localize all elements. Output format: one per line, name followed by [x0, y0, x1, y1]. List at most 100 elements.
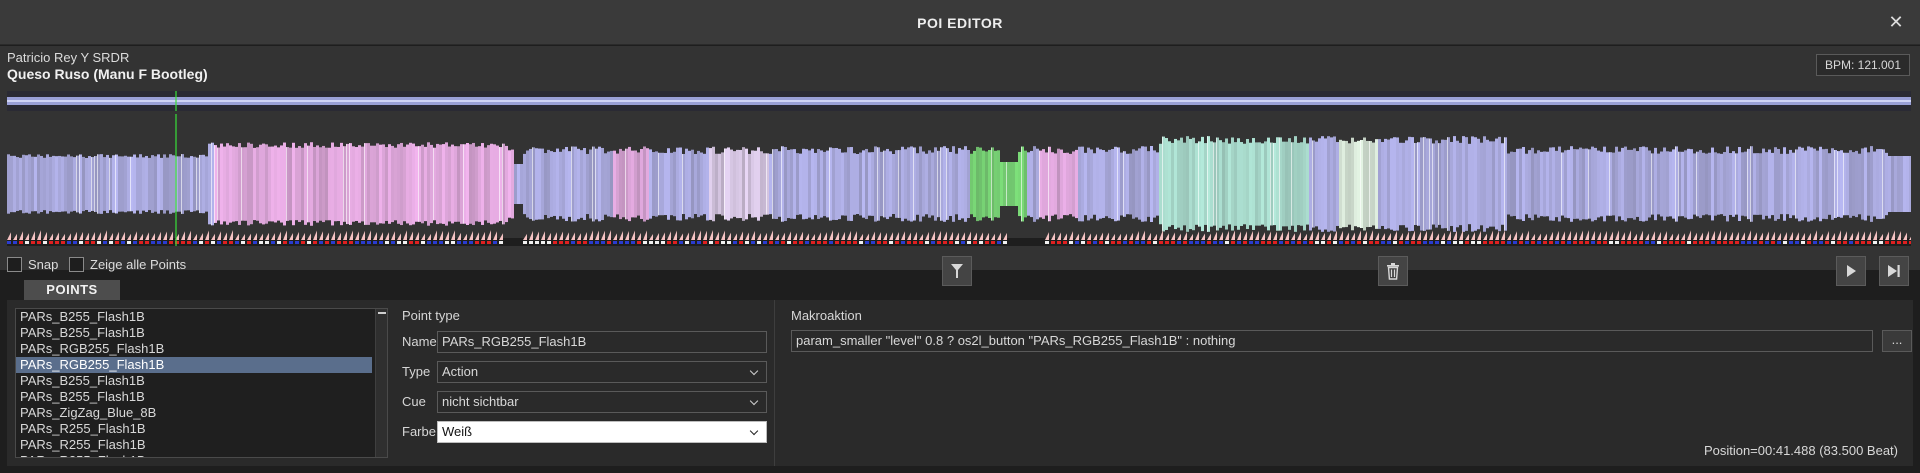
poi-marker[interactable] — [493, 231, 497, 240]
poi-marker[interactable] — [151, 233, 155, 240]
poi-marker[interactable] — [301, 232, 305, 240]
poi-marker[interactable] — [427, 233, 431, 240]
show-all-checkbox[interactable] — [69, 256, 84, 272]
poi-marker[interactable] — [367, 230, 371, 240]
poi-marker[interactable] — [307, 233, 311, 240]
poi-marker[interactable] — [13, 233, 17, 240]
poi-marker[interactable] — [295, 231, 299, 240]
poi-marker[interactable] — [85, 232, 89, 240]
poi-marker[interactable] — [217, 231, 221, 240]
poi-marker[interactable] — [481, 231, 485, 240]
poi-marker[interactable] — [7, 232, 11, 240]
poi-marker[interactable] — [409, 231, 413, 240]
poi-marker[interactable] — [319, 231, 323, 240]
poi-marker[interactable] — [469, 231, 473, 240]
list-item[interactable]: PARs_R255_Flash1B — [16, 453, 372, 457]
poi-marker[interactable] — [457, 232, 461, 240]
poi-marker[interactable] — [439, 230, 443, 240]
scrollbar-thumb[interactable] — [378, 312, 386, 314]
poi-marker[interactable] — [67, 233, 71, 240]
color-select[interactable]: Weiß — [437, 421, 767, 443]
type-select[interactable]: Action — [437, 361, 767, 383]
poi-marker[interactable] — [355, 231, 359, 240]
add-marker-button[interactable] — [942, 256, 972, 286]
poi-marker[interactable] — [385, 232, 389, 240]
poi-marker[interactable] — [199, 232, 203, 240]
list-item[interactable]: PARs_ZigZag_Blue_8B — [16, 405, 372, 421]
poi-marker[interactable] — [235, 233, 239, 240]
name-input[interactable]: PARs_RGB255_Flash1B — [437, 331, 767, 353]
poi-marker[interactable] — [361, 230, 365, 240]
poi-marker[interactable] — [433, 230, 437, 240]
snap-checkbox[interactable] — [7, 256, 22, 272]
poi-marker[interactable] — [463, 233, 467, 240]
poi-marker[interactable] — [451, 230, 455, 240]
poi-marker[interactable] — [271, 233, 275, 240]
list-item[interactable]: PARs_B255_Flash1B — [16, 389, 372, 405]
poi-marker[interactable] — [187, 230, 191, 240]
list-item[interactable]: PARs_B255_Flash1B — [16, 373, 372, 389]
list-item[interactable]: PARs_B255_Flash1B — [16, 325, 372, 341]
delete-point-button[interactable] — [1378, 256, 1408, 286]
list-item[interactable]: PARs_R255_Flash1B — [16, 437, 372, 453]
poi-marker[interactable] — [181, 231, 185, 240]
poi-marker[interactable] — [391, 231, 395, 240]
list-item[interactable]: PARs_RGB255_Flash1B — [16, 341, 372, 357]
poi-marker[interactable] — [229, 230, 233, 240]
skip-to-end-button[interactable] — [1879, 256, 1909, 286]
waveform-overview[interactable] — [7, 91, 1911, 111]
poi-marker[interactable] — [133, 231, 137, 240]
poi-marker[interactable] — [205, 230, 209, 240]
poi-marker[interactable] — [445, 231, 449, 240]
play-button[interactable] — [1836, 256, 1866, 286]
poi-marker[interactable] — [37, 230, 41, 240]
poi-marker[interactable] — [379, 232, 383, 240]
poi-marker[interactable] — [259, 233, 263, 240]
poi-marker[interactable] — [223, 232, 227, 240]
poi-marker[interactable] — [337, 232, 341, 240]
snap-option[interactable]: Snap — [7, 256, 58, 272]
poi-marker[interactable] — [193, 233, 197, 240]
poi-marker[interactable] — [415, 231, 419, 240]
tab-points[interactable]: POINTS — [24, 280, 120, 300]
poi-marker[interactable] — [283, 230, 287, 240]
poi-marker[interactable] — [403, 230, 407, 240]
poi-marker[interactable] — [157, 231, 161, 240]
poi-marker[interactable] — [19, 231, 23, 240]
poi-marker[interactable] — [343, 230, 347, 240]
poi-marker[interactable] — [169, 231, 173, 240]
list-item[interactable]: PARs_R255_Flash1B — [16, 421, 372, 437]
poi-marker[interactable] — [487, 230, 491, 240]
poi-marker[interactable] — [43, 231, 47, 240]
macro-action-input[interactable]: param_smaller "level" 0.8 ? os2l_button … — [791, 330, 1873, 352]
poi-marker[interactable] — [289, 232, 293, 240]
poi-marker[interactable] — [373, 232, 377, 240]
show-all-option[interactable]: Zeige alle Points — [69, 256, 186, 272]
list-scrollbar[interactable] — [375, 309, 387, 457]
poi-marker[interactable] — [139, 233, 143, 240]
list-item[interactable]: PARs_B255_Flash1B — [16, 309, 372, 325]
poi-marker[interactable] — [55, 232, 59, 240]
close-icon[interactable]: ✕ — [1886, 12, 1906, 32]
poi-marker[interactable] — [253, 232, 257, 240]
poi-marker[interactable] — [247, 233, 251, 240]
cue-select[interactable]: nicht sichtbar — [437, 391, 767, 413]
poi-marker[interactable] — [349, 230, 353, 240]
poi-marker[interactable] — [31, 231, 35, 240]
poi-marker[interactable] — [241, 233, 245, 240]
poi-marker[interactable] — [421, 233, 425, 240]
poi-marker[interactable] — [475, 232, 479, 240]
macro-browse-button[interactable]: ... — [1882, 330, 1912, 352]
poi-marker[interactable] — [145, 232, 149, 240]
poi-marker[interactable] — [397, 233, 401, 240]
poi-marker[interactable] — [313, 230, 317, 240]
list-item[interactable]: PARs_RGB255_Flash1B — [16, 357, 372, 373]
poi-marker[interactable] — [265, 232, 269, 240]
points-list[interactable]: PARs_B255_Flash1B PARs_B255_Flash1B PARs_R… — [15, 308, 388, 458]
poi-marker[interactable] — [211, 233, 215, 240]
poi-marker[interactable] — [331, 230, 335, 240]
poi-marker[interactable] — [325, 232, 329, 240]
poi-marker[interactable] — [499, 233, 503, 240]
poi-marker[interactable] — [277, 231, 281, 240]
poi-marker[interactable] — [163, 231, 167, 240]
